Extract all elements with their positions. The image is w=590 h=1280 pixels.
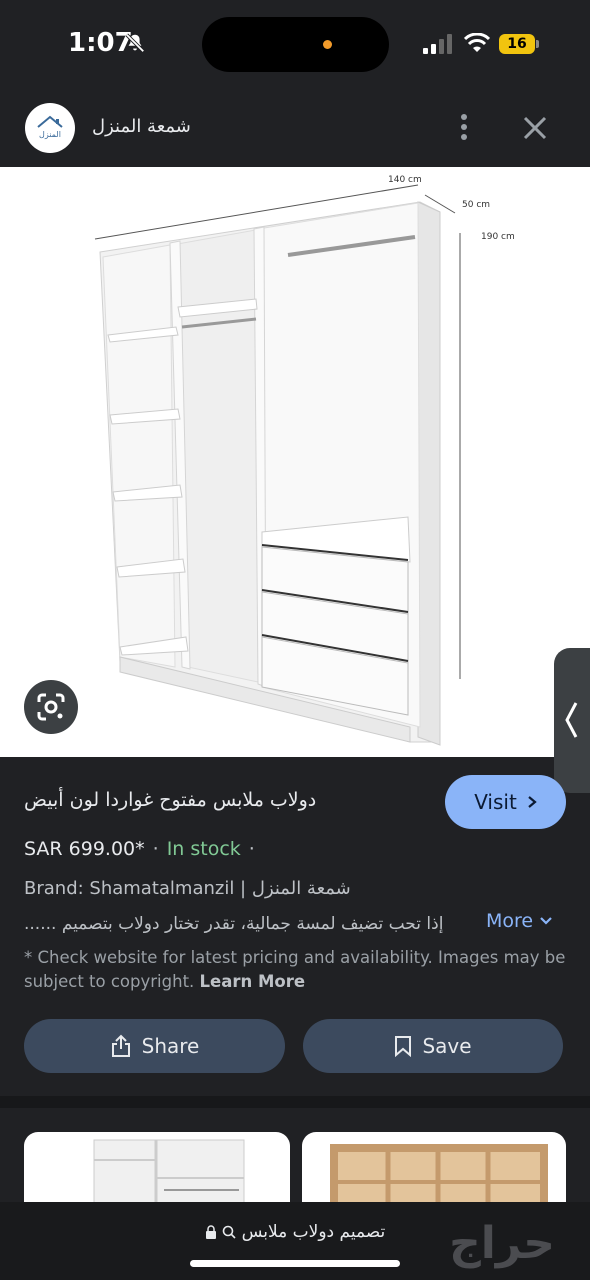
address-text: تصميم دولاب ملابس bbox=[241, 1222, 386, 1242]
site-logo[interactable]: المنزل bbox=[25, 103, 75, 153]
result-header: المنزل شمعة المنزل bbox=[0, 90, 590, 167]
visit-label: Visit bbox=[474, 790, 517, 814]
save-label: Save bbox=[422, 1034, 472, 1058]
browser-address-bar[interactable]: تصميم دولاب ملابس حراج bbox=[0, 1202, 590, 1280]
share-icon bbox=[111, 1034, 130, 1057]
width-dimension: 140 cm bbox=[388, 175, 422, 185]
home-indicator[interactable] bbox=[190, 1260, 400, 1267]
brand-line: Brand: Shamatalmanzil | شمعة المنزل bbox=[24, 878, 351, 899]
privacy-indicator bbox=[323, 40, 332, 49]
bookmark-icon bbox=[395, 1036, 412, 1057]
haraj-logo-text: حراج bbox=[449, 1218, 555, 1269]
chevron-right-icon bbox=[528, 796, 537, 808]
product-image[interactable]: 140 cm 50 cm 190 cm bbox=[0, 167, 590, 757]
cellular-signal-icon bbox=[423, 34, 452, 54]
lock-icon bbox=[205, 1225, 216, 1239]
house-logo-icon: المنزل bbox=[37, 115, 63, 139]
separator-dot: · bbox=[152, 838, 159, 860]
save-button[interactable]: Save bbox=[303, 1019, 563, 1073]
haraj-watermark-logo: حراج bbox=[449, 1218, 555, 1269]
lens-search-button[interactable] bbox=[24, 680, 78, 734]
chevron-down-icon bbox=[540, 917, 552, 925]
share-label: Share bbox=[141, 1034, 200, 1058]
visit-button[interactable]: Visit bbox=[445, 775, 566, 829]
learn-more-link[interactable]: Learn More bbox=[200, 972, 306, 991]
separator-dot: · bbox=[248, 838, 255, 860]
lens-icon bbox=[37, 693, 65, 721]
description-snippet: ...... إذا تحب تضيف لمسة جمالية، تقدر تخ… bbox=[24, 914, 444, 934]
disclaimer: * Check website for latest pricing and a… bbox=[24, 946, 569, 994]
side-panel-handle[interactable] bbox=[554, 648, 590, 793]
bell-muted-icon bbox=[125, 33, 145, 53]
product-title: دولاب ملابس مفتوح غواردا لون أبيض bbox=[24, 789, 317, 811]
height-dimension: 190 cm bbox=[481, 232, 515, 242]
wardrobe-illustration: 140 cm 50 cm 190 cm bbox=[94, 175, 515, 746]
status-bar: 1:07 16 bbox=[0, 0, 590, 90]
site-name[interactable]: شمعة المنزل bbox=[92, 116, 191, 137]
battery-tip bbox=[536, 40, 539, 48]
stock-status: In stock bbox=[166, 838, 241, 860]
section-divider bbox=[0, 1096, 590, 1108]
depth-dimension: 50 cm bbox=[462, 200, 490, 210]
more-options-icon[interactable] bbox=[452, 112, 476, 142]
share-button[interactable]: Share bbox=[24, 1019, 285, 1073]
price: SAR 699.00* bbox=[24, 838, 145, 860]
dynamic-island bbox=[202, 17, 389, 72]
price-line: SAR 699.00* · In stock · bbox=[24, 838, 255, 860]
chevron-left-icon bbox=[565, 702, 578, 738]
close-icon[interactable] bbox=[521, 114, 549, 142]
more-label: More bbox=[486, 910, 534, 932]
search-icon bbox=[222, 1225, 236, 1239]
more-button[interactable]: More bbox=[486, 910, 553, 932]
wifi-icon bbox=[464, 33, 490, 52]
logo-text: المنزل bbox=[39, 130, 61, 139]
status-time: 1:07 bbox=[68, 28, 133, 58]
battery-indicator: 16 bbox=[499, 34, 535, 54]
